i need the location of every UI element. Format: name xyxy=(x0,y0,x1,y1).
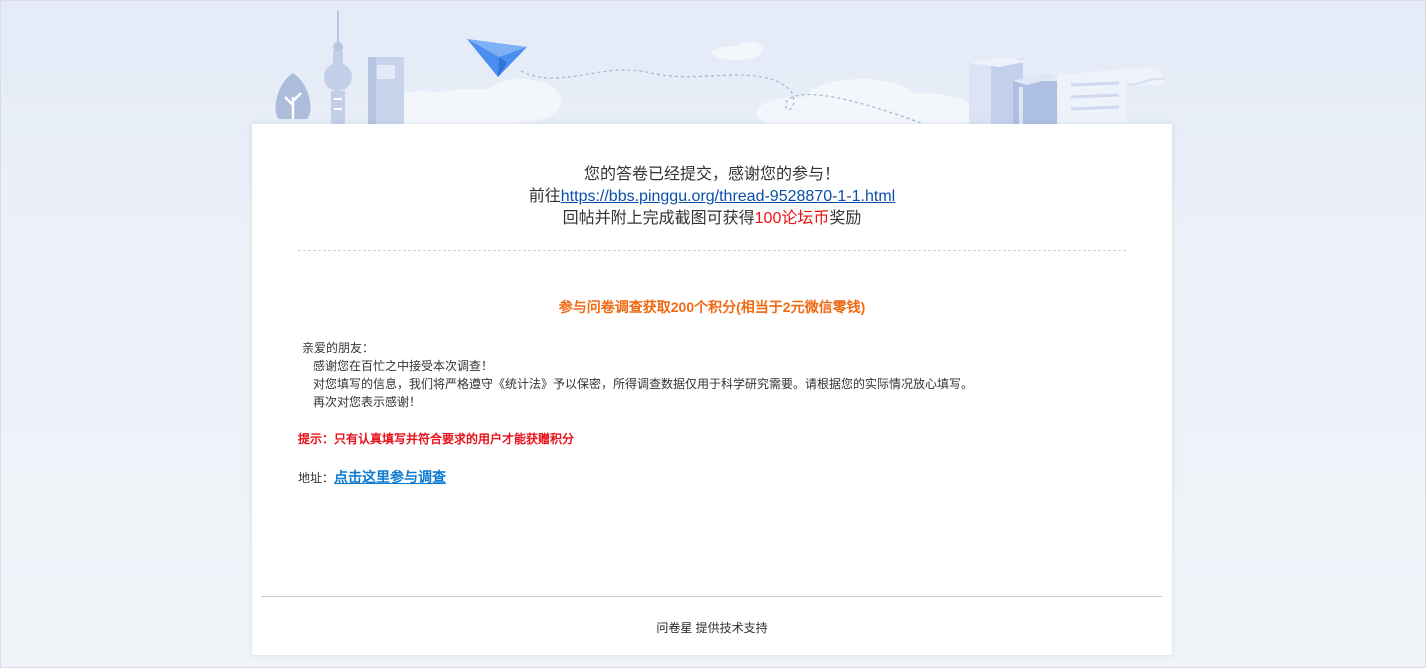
letter-paragraph-3: 再次对您表示感谢！ xyxy=(313,395,422,409)
cloud-icon xyxy=(381,42,976,125)
document-icon xyxy=(1057,67,1166,125)
reward-line: 回帖并附上完成截图可获得100论坛币奖励 xyxy=(252,208,1172,230)
result-card: 您的答卷已经提交，感谢您的参与！ 前往https://bbs.pinggu.or… xyxy=(252,124,1172,655)
address-line: 地址：点击这里参与调查 xyxy=(298,467,446,487)
books-icon xyxy=(969,57,1059,125)
submitted-message: 您的答卷已经提交，感谢您的参与！ xyxy=(583,166,840,183)
footer-text: 提供技术支持 xyxy=(692,621,768,635)
survey-link[interactable]: 点击这里参与调查 xyxy=(334,469,446,485)
footer: 问卷星 提供技术支持 xyxy=(252,619,1172,636)
tree-icon xyxy=(275,73,311,119)
greeting: 亲爱的朋友： xyxy=(302,341,375,355)
building-icon xyxy=(368,57,404,125)
header-illustration xyxy=(1,1,1426,125)
thread-link[interactable]: https://bbs.pinggu.org/thread-9528870-1-… xyxy=(561,188,895,205)
footer-brand[interactable]: 问卷星 xyxy=(656,621,692,635)
address-label: 地址： xyxy=(298,471,335,485)
dashed-divider xyxy=(298,250,1126,251)
tip-text: 提示：只有认真填写并符合要求的用户才能获赠积分 xyxy=(298,432,575,446)
completion-message: 您的答卷已经提交，感谢您的参与！ 前往https://bbs.pinggu.or… xyxy=(252,164,1172,230)
survey-letter: 亲爱的朋友： 感谢您在百忙之中接受本次调查！ 对您填写的信息，我们将严格遵守《统… xyxy=(302,339,973,411)
footer-divider xyxy=(261,596,1162,597)
thread-prefix: 前往 xyxy=(528,188,561,205)
letter-paragraph-1: 感谢您在百忙之中接受本次调查！ xyxy=(313,359,494,373)
reward-suffix: 奖励 xyxy=(829,210,862,227)
reward-prefix: 回帖并附上完成截图可获得 xyxy=(562,210,755,227)
tower-icon xyxy=(324,11,352,125)
letter-paragraph-2: 对您填写的信息，我们将严格遵守《统计法》予以保密，所得调查数据仅用于科学研究需要… xyxy=(313,377,974,391)
thread-line: 前往https://bbs.pinggu.org/thread-9528870-… xyxy=(252,186,1172,208)
survey-title: 参与问卷调查获取200个积分(相当于2元微信零钱) xyxy=(558,299,866,315)
reward-amount: 100论坛币 xyxy=(754,210,830,227)
